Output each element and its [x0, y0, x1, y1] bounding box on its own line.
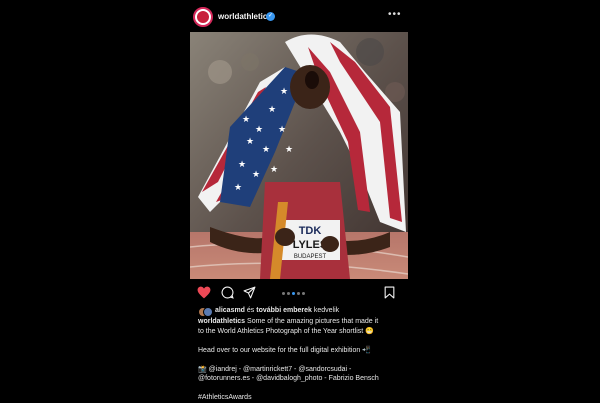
svg-text:★: ★ — [242, 115, 250, 125]
likes-suffix: kedvelik — [311, 307, 340, 314]
svg-text:★: ★ — [280, 87, 288, 97]
svg-text:★: ★ — [234, 183, 242, 193]
carousel-dot — [297, 292, 300, 295]
share-icon[interactable] — [243, 286, 256, 304]
svg-text:★: ★ — [255, 125, 263, 135]
caption-credits-1: 📸 @iandrej - @martinrickett7 - @sandorcs… — [198, 365, 352, 373]
verified-badge-icon: ✓ — [266, 12, 275, 21]
caption-line-2: to the World Athletics Photograph of the… — [198, 327, 374, 335]
profile-avatar[interactable] — [193, 7, 213, 27]
svg-text:★: ★ — [252, 170, 260, 180]
post-username[interactable]: worldathletics — [218, 12, 272, 21]
svg-text:★: ★ — [278, 125, 286, 135]
carousel-dot — [287, 292, 290, 295]
athlete-photo-illustration: ★★★ ★★★ ★★ ★ ★★★ TDK LYLES BUDAPEST — [190, 32, 408, 279]
caption-username[interactable]: worldathletics — [198, 318, 245, 325]
world-athletics-logo — [197, 11, 209, 23]
caption-credits-2: @fotorunners.es - @davidbalogh_photo - F… — [198, 375, 379, 382]
post-caption: worldathletics Some of the amazing pictu… — [198, 317, 423, 403]
bib-line-1: TDK — [299, 225, 322, 237]
heart-icon[interactable] — [197, 286, 211, 304]
liker-avatar — [203, 307, 213, 317]
liker-username[interactable]: alicasmd — [215, 307, 245, 314]
carousel-dot-active — [292, 292, 295, 295]
likes-conjunction: és — [244, 307, 257, 314]
post-actions — [190, 286, 408, 300]
liker-avatars — [198, 307, 213, 317]
caption-hashtag[interactable]: #AthleticsAwards — [198, 393, 423, 403]
comment-icon[interactable] — [221, 286, 234, 304]
svg-text:★: ★ — [246, 137, 254, 147]
svg-text:★: ★ — [270, 165, 278, 175]
bookmark-icon[interactable] — [384, 286, 395, 304]
instagram-post: worldathletics ✓ ••• ★ ★ ★ ★ ★ ★ ★ ★ ★ ★… — [190, 0, 408, 401]
caption-line-1: Some of the amazing pictures that made i… — [245, 318, 379, 325]
more-options-icon[interactable]: ••• — [388, 9, 402, 20]
svg-text:★: ★ — [268, 105, 276, 115]
post-photo[interactable]: ★ ★ ★ ★ ★ ★ ★ ★ ★ ★ ★ ★ TDK LYLES BUDAPEST — [190, 32, 408, 279]
likes-others[interactable]: további emberek — [256, 307, 312, 314]
svg-text:★: ★ — [262, 145, 270, 155]
carousel-dot — [282, 292, 285, 295]
likes-text: alicasmd és további emberek kedvelik — [215, 307, 339, 314]
bib-line-3: BUDAPEST — [294, 254, 327, 260]
post-header: worldathletics ✓ ••• — [190, 5, 408, 31]
likes-summary[interactable]: alicasmd és további emberek kedvelik — [198, 307, 408, 317]
carousel-dot — [302, 292, 305, 295]
svg-text:★: ★ — [238, 160, 246, 170]
caption-line-3: Head over to our website for the full di… — [198, 346, 371, 354]
svg-text:★: ★ — [285, 145, 293, 155]
